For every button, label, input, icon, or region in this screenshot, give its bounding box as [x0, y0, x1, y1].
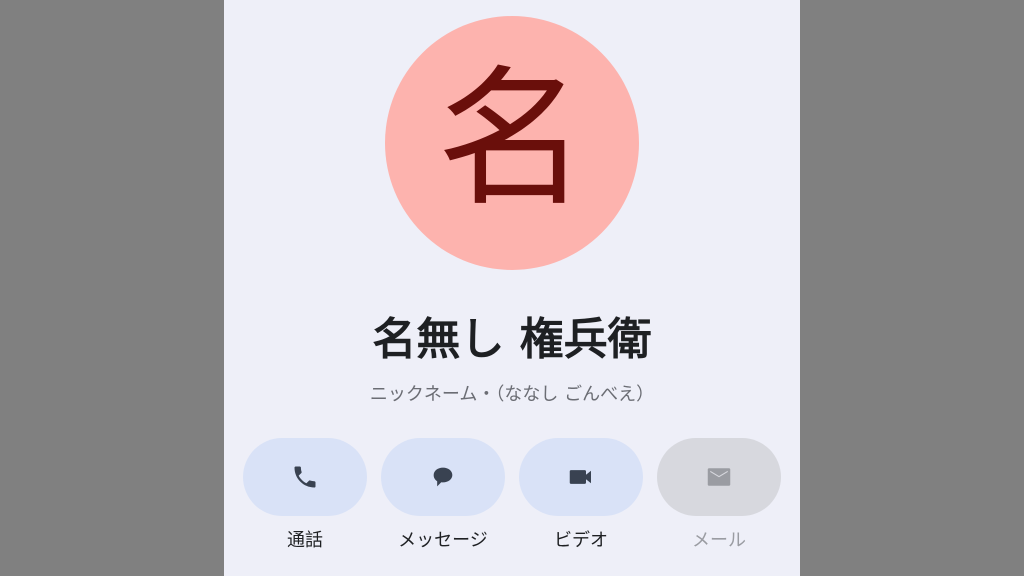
- avatar: 名: [385, 16, 639, 270]
- video-icon: [566, 462, 596, 492]
- contact-subtitle: ニックネーム・（ななし ごんべえ）: [369, 384, 655, 405]
- message-icon: [429, 463, 457, 491]
- contact-screen: 名 名無し 権兵衛 ニックネーム・（ななし ごんべえ） 通話 メッセージ ビデオ…: [224, 0, 800, 576]
- video-button[interactable]: [519, 438, 643, 516]
- video-label: ビデオ: [554, 530, 608, 551]
- mail-icon: [704, 462, 734, 492]
- contact-name: 名無し 権兵衛: [372, 314, 652, 365]
- call-action: 通話: [243, 438, 367, 554]
- message-button[interactable]: [381, 438, 505, 516]
- video-action: ビデオ: [519, 438, 643, 554]
- action-bar: 通話 メッセージ ビデオ メール: [243, 438, 781, 554]
- mail-action: メール: [657, 438, 781, 554]
- avatar-letter: 名: [436, 53, 587, 227]
- call-button[interactable]: [243, 438, 367, 516]
- phone-icon: [291, 463, 319, 491]
- mail-label: メール: [692, 530, 746, 551]
- message-action: メッセージ: [381, 438, 505, 554]
- call-label: 通話: [287, 530, 323, 551]
- mail-button[interactable]: [657, 438, 781, 516]
- message-label: メッセージ: [398, 530, 488, 551]
